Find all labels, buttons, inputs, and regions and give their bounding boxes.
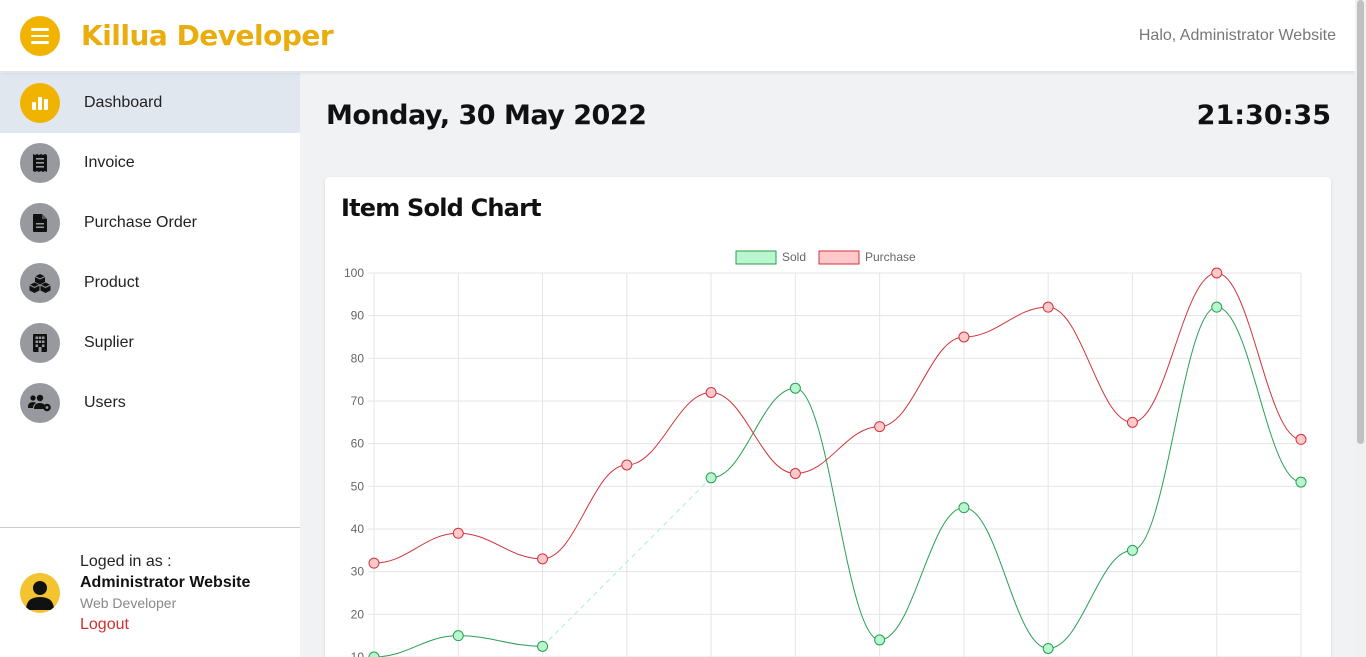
y-tick-label: 50 bbox=[351, 479, 365, 493]
data-point-purchase bbox=[368, 557, 380, 569]
legend-label: Sold bbox=[782, 250, 806, 264]
scrollbar-thumb[interactable] bbox=[1357, 0, 1364, 444]
sidebar: Dashboard Invoice Purchase Order Product… bbox=[0, 73, 300, 657]
boxes-icon bbox=[20, 263, 60, 303]
bar-chart-icon bbox=[20, 83, 60, 123]
data-point-sold bbox=[1126, 544, 1138, 556]
data-point-sold bbox=[705, 472, 717, 484]
data-point-purchase bbox=[1126, 416, 1138, 428]
sidebar-item-label: Dashboard bbox=[84, 94, 163, 111]
sidebar-item-label: Purchase Order bbox=[84, 214, 197, 231]
building-icon bbox=[20, 323, 60, 363]
brand-title[interactable]: Killua Developer bbox=[81, 19, 334, 52]
sidebar-item-suplier[interactable]: Suplier bbox=[0, 313, 300, 373]
data-point-sold bbox=[368, 651, 380, 657]
y-tick-label: 10 bbox=[351, 650, 365, 657]
sidebar-item-label: Invoice bbox=[84, 154, 135, 171]
data-point-purchase bbox=[1211, 267, 1223, 279]
sidebar-item-label: Suplier bbox=[84, 334, 134, 351]
y-tick-label: 60 bbox=[351, 437, 365, 451]
y-tick-label: 20 bbox=[351, 607, 365, 621]
data-point-sold bbox=[789, 382, 801, 394]
sidebar-item-label: Product bbox=[84, 274, 140, 291]
data-point-purchase bbox=[537, 553, 549, 565]
current-time: 21:30:35 bbox=[1196, 100, 1331, 131]
sidebar-item-invoice[interactable]: Invoice bbox=[0, 133, 300, 193]
greeting-text: Halo, Administrator Website bbox=[1138, 27, 1336, 44]
sidebar-item-product[interactable]: Product bbox=[0, 253, 300, 313]
user-info: Loged in as : Administrator Website Web … bbox=[0, 528, 300, 657]
data-point-sold bbox=[1042, 642, 1054, 654]
data-point-purchase bbox=[621, 459, 633, 471]
user-role: Web Developer bbox=[80, 595, 177, 611]
user-name: Administrator Website bbox=[80, 574, 251, 591]
data-point-sold bbox=[537, 640, 549, 652]
data-point-sold bbox=[874, 634, 886, 646]
data-point-purchase bbox=[452, 527, 464, 539]
data-point-purchase bbox=[1295, 433, 1307, 445]
y-tick-label: 70 bbox=[351, 394, 365, 408]
sidebar-item-purchase-order[interactable]: Purchase Order bbox=[0, 193, 300, 253]
receipt-icon bbox=[20, 143, 60, 183]
current-date: Monday, 30 May 2022 bbox=[326, 100, 647, 131]
data-point-purchase bbox=[1042, 301, 1054, 313]
legend-swatch-purchase bbox=[818, 250, 860, 265]
users-gear-icon bbox=[20, 383, 60, 423]
data-point-purchase bbox=[789, 468, 801, 480]
y-tick-label: 80 bbox=[351, 351, 365, 365]
top-bar: Killua Developer Halo, Administrator Web… bbox=[0, 0, 1355, 72]
data-point-purchase bbox=[874, 421, 886, 433]
logout-link[interactable]: Logout bbox=[80, 616, 129, 634]
legend-label: Purchase bbox=[865, 250, 916, 264]
series-line-purchase bbox=[373, 272, 1302, 564]
y-tick-label: 100 bbox=[344, 266, 364, 280]
avatar bbox=[20, 573, 60, 613]
vertical-scrollbar[interactable] bbox=[1355, 0, 1366, 657]
y-tick-label: 40 bbox=[351, 522, 365, 536]
chart-card: Item Sold Chart 10 20 30 40 50 60 70 80 90 100 Sol… bbox=[325, 177, 1331, 657]
file-icon bbox=[20, 203, 60, 243]
data-point-sold bbox=[1295, 476, 1307, 488]
item-sold-chart: 10 20 30 40 50 60 70 80 90 100 Sold Purchase bbox=[344, 250, 1307, 657]
sidebar-item-users[interactable]: Users bbox=[0, 373, 300, 433]
data-point-sold bbox=[958, 502, 970, 514]
legend-swatch-sold bbox=[735, 250, 777, 265]
y-tick-label: 30 bbox=[351, 565, 365, 579]
data-point-sold bbox=[452, 630, 464, 642]
data-point-purchase bbox=[958, 331, 970, 343]
sidebar-item-label: Users bbox=[84, 394, 126, 411]
user-icon bbox=[26, 581, 54, 610]
data-point-purchase bbox=[705, 386, 717, 398]
sidebar-item-dashboard[interactable]: Dashboard bbox=[0, 73, 300, 133]
hamburger-icon[interactable] bbox=[20, 16, 60, 56]
data-point-sold bbox=[1211, 301, 1223, 313]
y-tick-label: 90 bbox=[351, 309, 365, 323]
loged-in-label: Loged in as : bbox=[80, 553, 172, 570]
